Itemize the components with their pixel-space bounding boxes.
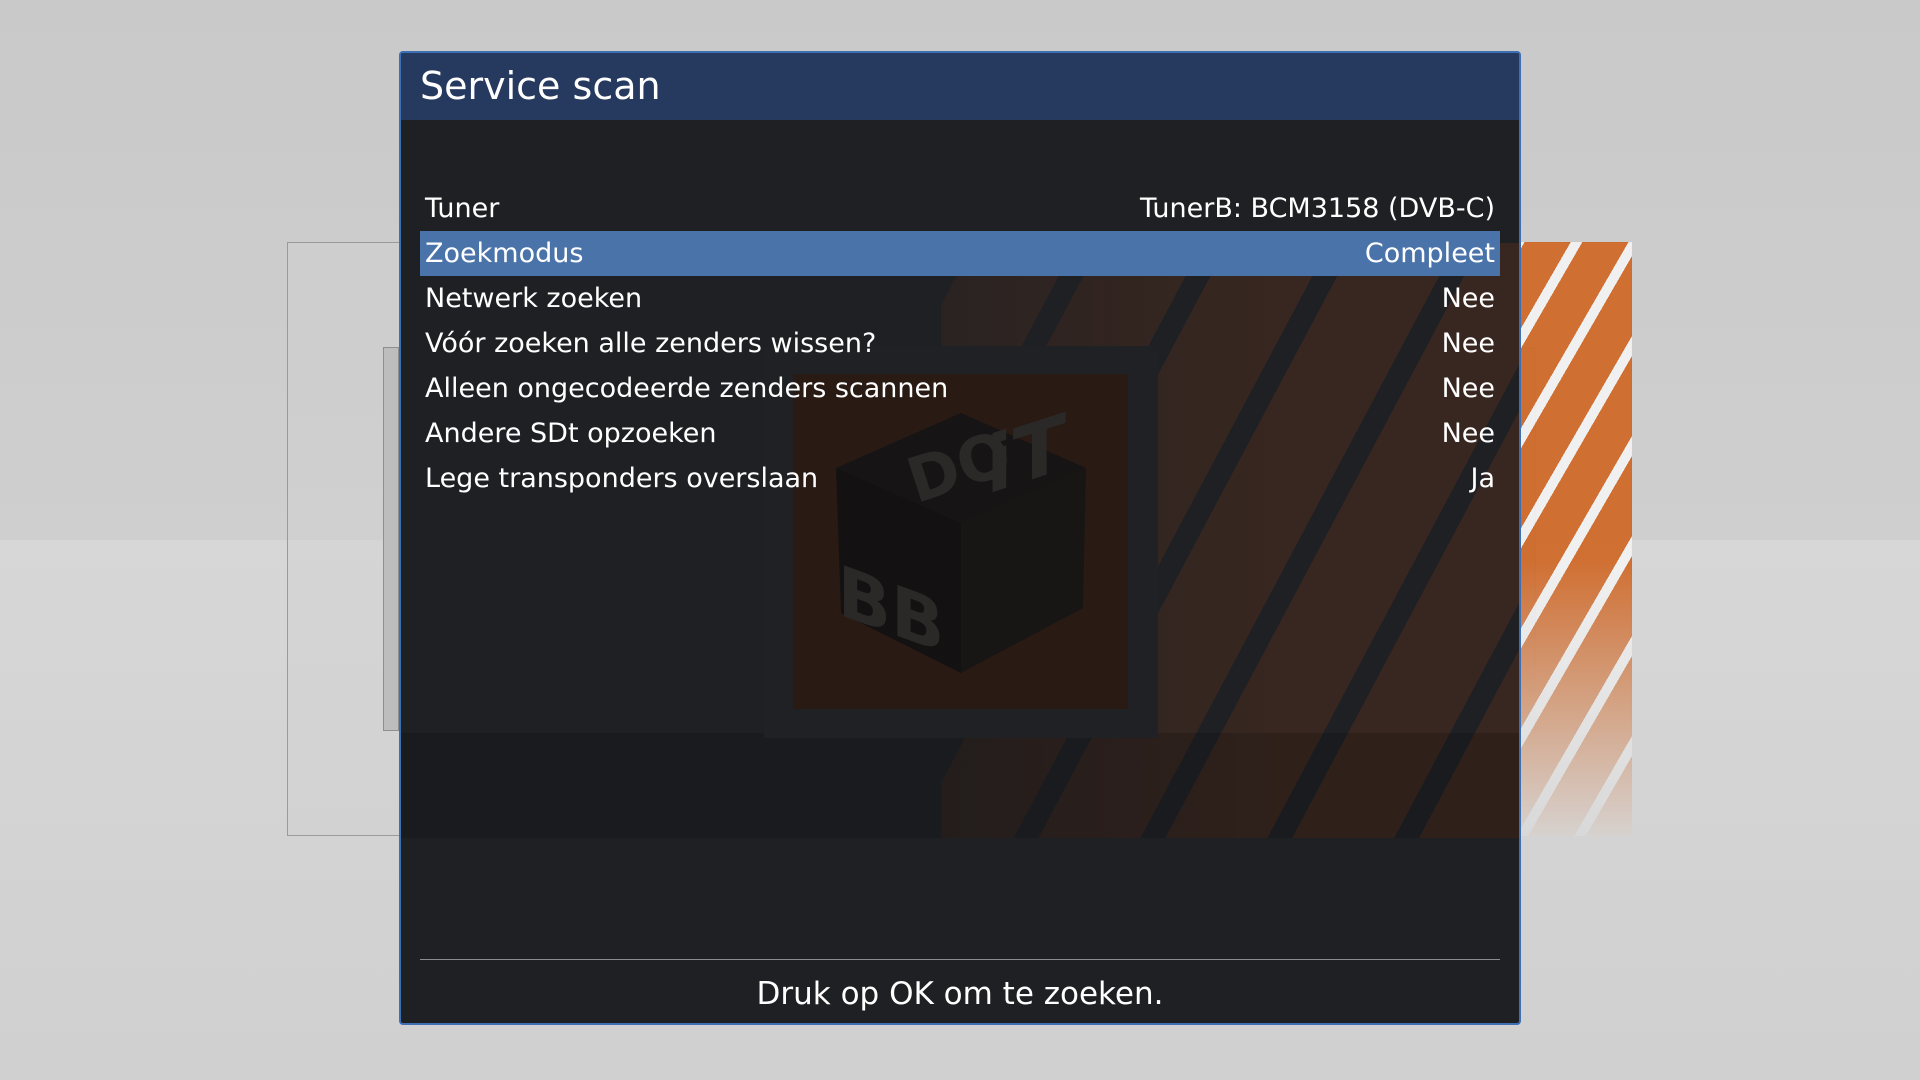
setting-label: Netwerk zoeken <box>425 283 643 314</box>
setting-label: Lege transponders overslaan <box>425 463 819 494</box>
setting-label: Tuner <box>425 193 500 224</box>
setting-label: Alleen ongecodeerde zenders scannen <box>425 373 949 404</box>
setting-row-netwerk-zoeken[interactable]: Netwerk zoeken Nee <box>420 276 1500 321</box>
setting-label: Zoekmodus <box>425 238 584 269</box>
dialog-title: Service scan <box>420 64 661 108</box>
setting-value: Nee <box>1441 418 1495 449</box>
background-stripes-fade <box>1520 560 1632 836</box>
dialog-header: Service scan <box>401 53 1519 120</box>
background-tv-bezel-left <box>383 347 399 731</box>
setting-row-andere-sdt[interactable]: Andere SDt opzoeken Nee <box>420 411 1500 456</box>
setting-label: Andere SDt opzoeken <box>425 418 717 449</box>
setting-value: Ja <box>1470 463 1495 494</box>
setting-row-zoekmodus[interactable]: Zoekmodus Compleet <box>420 231 1500 276</box>
footer-hint: Druk op OK om te zoeken. <box>756 976 1164 1012</box>
settings-list: Tuner TunerB: BCM3158 (DVB-C) Zoekmodus … <box>420 186 1500 501</box>
setting-row-lege-transponders[interactable]: Lege transponders overslaan Ja <box>420 456 1500 501</box>
setting-value: TunerB: BCM3158 (DVB-C) <box>1140 193 1495 224</box>
setting-row-ongecodeerde-zenders[interactable]: Alleen ongecodeerde zenders scannen Nee <box>420 366 1500 411</box>
setting-value: Nee <box>1441 373 1495 404</box>
footer-divider <box>420 959 1500 960</box>
service-scan-dialog: DO BB iT Service scan Tuner TunerB: BCM3… <box>399 51 1521 1025</box>
setting-value: Compleet <box>1364 238 1495 269</box>
setting-row-zenders-wissen[interactable]: Vóór zoeken alle zenders wissen? Nee <box>420 321 1500 366</box>
setting-value: Nee <box>1441 283 1495 314</box>
dialog-background-band <box>401 733 1519 838</box>
setting-row-tuner[interactable]: Tuner TunerB: BCM3158 (DVB-C) <box>420 186 1500 231</box>
setting-label: Vóór zoeken alle zenders wissen? <box>425 328 877 359</box>
setting-value: Nee <box>1441 328 1495 359</box>
